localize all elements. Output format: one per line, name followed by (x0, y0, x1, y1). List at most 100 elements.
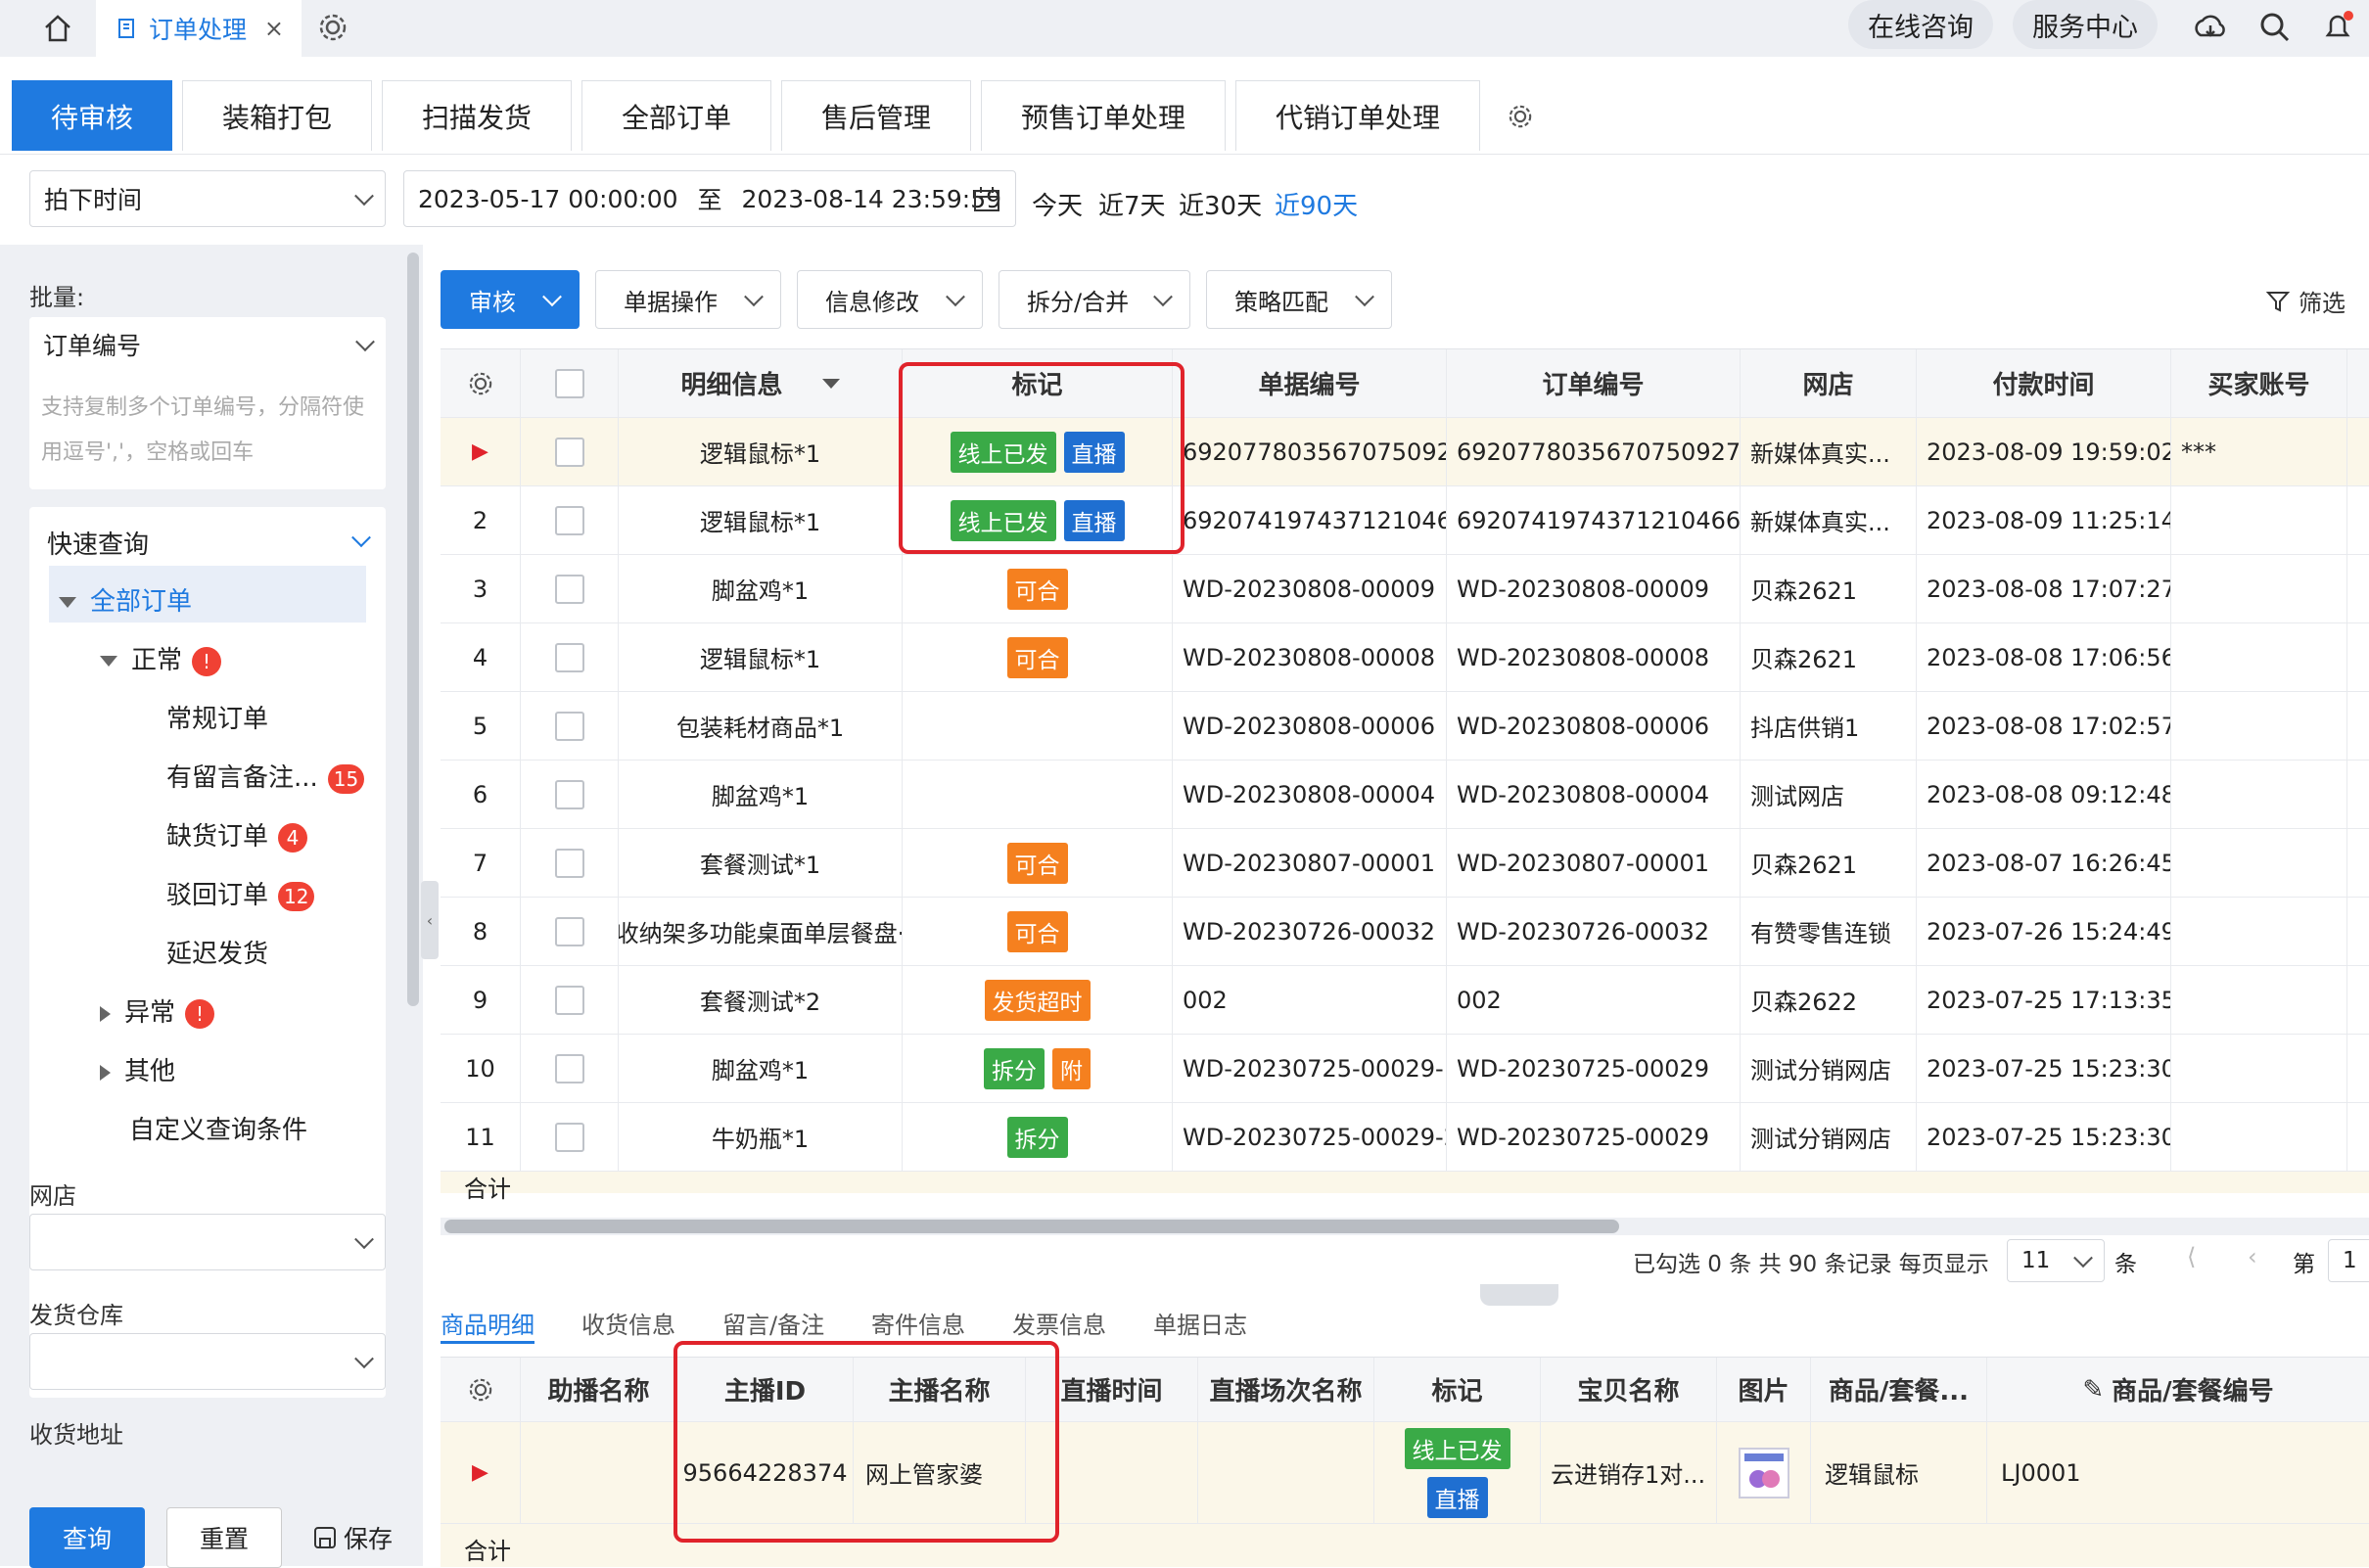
row-select[interactable] (521, 555, 619, 623)
row-checkbox[interactable] (554, 1053, 584, 1084)
dh-session[interactable]: 直播场次名称 (1198, 1358, 1374, 1421)
chevron-down-icon[interactable] (351, 528, 371, 548)
row-checkbox[interactable] (554, 985, 584, 1015)
select-all-checkbox[interactable] (554, 368, 584, 398)
prev-page-icon[interactable]: ‹ (2248, 1243, 2257, 1270)
row-select[interactable] (521, 966, 619, 1034)
tab-scan-ship[interactable]: 扫描发货 (382, 80, 572, 151)
doc-ops-dropdown[interactable]: 单据操作 (595, 270, 781, 329)
quick-date-90d[interactable]: 近90天 (1275, 186, 1358, 222)
service-center-button[interactable]: 服务中心 (2013, 0, 2158, 49)
tree-item-delay[interactable]: 延迟发货 (166, 934, 268, 970)
close-tab-icon[interactable]: × (264, 15, 284, 42)
row-select[interactable] (521, 898, 619, 965)
row-checkbox[interactable] (554, 1122, 584, 1152)
row-checkbox[interactable] (554, 642, 584, 672)
bell-icon[interactable] (2318, 8, 2357, 47)
gear-icon[interactable] (1504, 100, 1537, 133)
time-type-select[interactable]: 拍下时间 (29, 170, 386, 227)
row-select[interactable] (521, 418, 619, 485)
subtab-receive[interactable]: 收货信息 (581, 1306, 675, 1340)
table-row[interactable]: 5 包装耗材商品*1 WD-20230808-00006 WD-20230808-00… (441, 692, 2369, 761)
splitter-handle[interactable] (1480, 1284, 1558, 1306)
dh-assist[interactable]: 助播名称 (521, 1358, 677, 1421)
tab-after-sales[interactable]: 售后管理 (781, 80, 971, 151)
query-button[interactable]: 查询 (29, 1507, 145, 1568)
dh-code[interactable]: ✎ 商品/套餐编号 (1987, 1358, 2369, 1421)
batch-textarea[interactable]: 支持复制多个订单编号，分隔符使用逗号','，空格或回车 (41, 386, 374, 476)
tab-pending-review[interactable]: 待审核 (12, 80, 172, 151)
table-row[interactable]: 10 脚盆鸡*1 拆分附 WD-20230725-00029-1 WD-20230725… (441, 1035, 2369, 1103)
header-detail[interactable]: 明细信息 (619, 349, 903, 417)
tree-item-regular[interactable]: 常规订单 (166, 699, 268, 735)
shop-select[interactable] (29, 1214, 386, 1270)
header-order-no[interactable]: 订单编号 (1447, 349, 1741, 417)
save-button[interactable]: 保存 (303, 1507, 401, 1568)
filter-button[interactable]: 筛选 (2265, 284, 2346, 318)
header-buyer[interactable]: 买家账号 (2171, 349, 2347, 417)
dh-product[interactable]: 商品/套餐... (1811, 1358, 1987, 1421)
row-checkbox[interactable] (554, 848, 584, 878)
row-select[interactable] (521, 623, 619, 691)
row-checkbox[interactable] (554, 916, 584, 946)
row-select[interactable] (521, 1103, 619, 1171)
row-checkbox[interactable] (554, 437, 584, 467)
table-row[interactable]: 2 逻辑鼠标*1 线上已发 直播 6920741974371210466 69207419… (441, 486, 2369, 555)
row-select[interactable] (521, 829, 619, 897)
tab-all-orders[interactable]: 全部订单 (581, 80, 771, 151)
sort-down-icon[interactable] (821, 378, 840, 389)
tab-order-processing[interactable]: 订单处理 × (96, 0, 302, 57)
row-select[interactable] (521, 486, 619, 554)
subtab-remark[interactable]: 留言/备注 (722, 1306, 824, 1340)
cloud-download-icon[interactable] (2191, 8, 2230, 47)
sidebar-scrollbar[interactable] (407, 253, 419, 1006)
per-page-select[interactable]: 11 (2007, 1239, 2105, 1282)
quick-date-today[interactable]: 今天 (1032, 186, 1083, 222)
table-row[interactable]: 4 逻辑鼠标*1 可合 WD-20230808-00008 WD-20230808-00… (441, 623, 2369, 692)
tab-consignment[interactable]: 代销订单处理 (1235, 80, 1480, 151)
row-checkbox[interactable] (554, 779, 584, 809)
tree-item-custom[interactable]: 自定义查询条件 (129, 1110, 307, 1146)
quick-date-30d[interactable]: 近30天 (1179, 186, 1262, 222)
table-row[interactable]: 9 套餐测试*2 发货超时 002 002 贝森2622 2023-07-25 17:13:… (441, 966, 2369, 1035)
table-row[interactable]: 3 脚盆鸡*1 可合 WD-20230808-00009 WD-20230808-000… (441, 555, 2369, 623)
table-row[interactable]: 8 收纳架多功能桌面单层餐盘· 可合 WD-20230726-00032 WD-2023… (441, 898, 2369, 966)
tree-item-rejected[interactable]: 驳回订单 12 (166, 875, 315, 911)
first-page-icon[interactable]: ⟨ (2187, 1243, 2196, 1270)
home-icon[interactable] (41, 12, 74, 45)
tree-item-other[interactable]: 其他 (100, 1051, 175, 1087)
reset-button[interactable]: 重置 (166, 1507, 282, 1568)
subtab-shipping[interactable]: 寄件信息 (871, 1306, 965, 1340)
row-select[interactable] (521, 692, 619, 760)
detail-image[interactable] (1717, 1422, 1811, 1523)
dh-image[interactable]: 图片 (1717, 1358, 1811, 1421)
tree-item-abnormal[interactable]: 异常! (100, 992, 215, 1029)
batch-type-select[interactable]: 订单编号 (29, 317, 386, 372)
quick-query-title[interactable]: 快速查询 (47, 525, 149, 561)
horizontal-scroll-thumb[interactable] (444, 1220, 1619, 1233)
row-select[interactable] (521, 761, 619, 828)
header-paid-time[interactable]: 付款时间 (1917, 349, 2171, 417)
row-checkbox[interactable] (554, 711, 584, 741)
collapse-sidebar-handle[interactable]: ‹ (421, 881, 439, 959)
strategy-dropdown[interactable]: 策略匹配 (1206, 270, 1392, 329)
subtab-invoice[interactable]: 发票信息 (1012, 1306, 1106, 1340)
row-checkbox[interactable] (554, 574, 584, 604)
tab-packing[interactable]: 装箱打包 (182, 80, 372, 151)
gear-icon[interactable] (313, 8, 352, 47)
quick-date-7d[interactable]: 近7天 (1098, 186, 1166, 222)
subtab-log[interactable]: 单据日志 (1153, 1306, 1247, 1340)
dh-item[interactable]: 宝贝名称 (1541, 1358, 1717, 1421)
select-all[interactable] (521, 349, 619, 417)
table-row[interactable]: 7 套餐测试*1 可合 WD-20230807-00001 WD-20230807-00… (441, 829, 2369, 898)
online-consult-button[interactable]: 在线咨询 (1848, 0, 1993, 49)
row-select[interactable] (521, 1035, 619, 1102)
tab-presale[interactable]: 预售订单处理 (981, 80, 1226, 151)
table-row[interactable]: ▶ 逻辑鼠标*1 线上已发 直播 6920778035670750927 69207780… (441, 418, 2369, 486)
table-row[interactable]: 6 脚盆鸡*1 WD-20230808-00004 WD-20230808-00004… (441, 761, 2369, 829)
header-doc-no[interactable]: 单据编号 (1173, 349, 1447, 417)
tree-item-remark[interactable]: 有留言备注... 15 (166, 758, 365, 794)
dh-tag[interactable]: 标记 (1374, 1358, 1541, 1421)
page-input[interactable]: 1 (2328, 1239, 2369, 1282)
date-range-picker[interactable]: 2023-05-17 00:00:00 至 2023-08-14 23:59:5… (403, 170, 1016, 227)
